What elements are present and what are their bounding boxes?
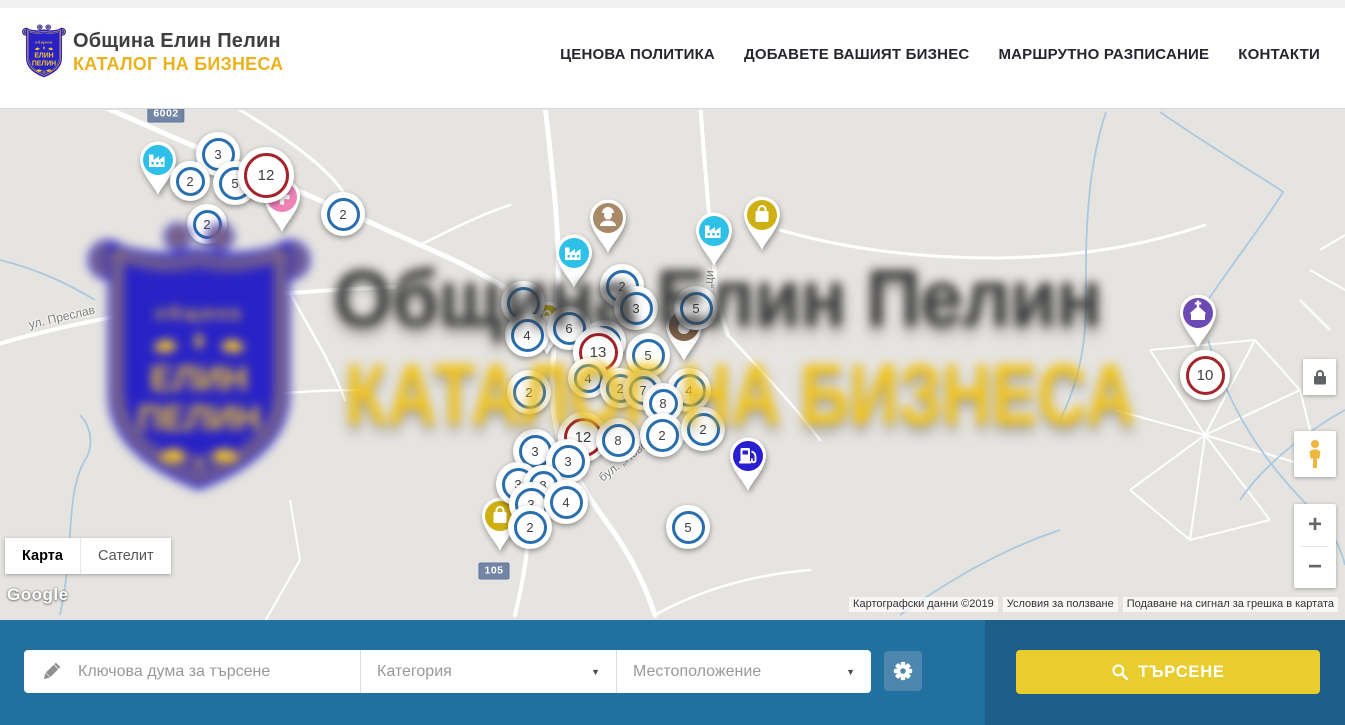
category-pin-factory[interactable]: [691, 210, 737, 273]
fuel-pump-icon: [725, 435, 771, 493]
map-attribution: Картографски данни ©2019 Условия за полз…: [849, 597, 1338, 612]
category-pin-fuel[interactable]: [725, 435, 771, 498]
category-pin-factory[interactable]: [551, 232, 597, 295]
zoom-in-button[interactable]: +: [1294, 504, 1336, 546]
cluster-count: 2: [687, 413, 720, 446]
brand-title: Община Елин Пелин: [73, 31, 283, 51]
road-number-label: 105: [478, 563, 509, 580]
nav-add-your-business[interactable]: ДОБАВЕТЕ ВАШИЯТ БИЗНЕС: [744, 46, 969, 63]
cluster-count: 8: [602, 424, 635, 457]
cluster-marker[interactable]: 2: [507, 370, 551, 414]
category-select-value: Категория: [377, 663, 452, 681]
zoom-out-button[interactable]: −: [1294, 547, 1336, 589]
nav-contacts[interactable]: КОНТАКТИ: [1238, 46, 1320, 63]
pencil-icon: [40, 661, 62, 683]
magnifier-icon: [1111, 663, 1129, 681]
cluster-marker[interactable]: 12: [238, 147, 294, 203]
zoom-control: + −: [1294, 504, 1336, 588]
keyword-field[interactable]: [24, 650, 360, 693]
cluster-marker[interactable]: 2: [187, 204, 227, 244]
search-bar: Категория ▼ Местоположение ▼: [24, 650, 871, 693]
cluster-count: 3: [620, 292, 653, 325]
cluster-count: 4: [574, 364, 603, 393]
report-error-link[interactable]: Подаване на сигнал за грешка в картата: [1123, 597, 1338, 612]
main-navigation: ЦЕНОВА ПОЛИТИКА ДОБАВЕТЕ ВАШИЯТ БИЗНЕС М…: [560, 0, 1320, 109]
map-copyright: Картографски данни ©2019: [849, 597, 998, 612]
factory-icon: [691, 210, 737, 268]
cluster-marker[interactable]: 2: [681, 407, 725, 451]
terms-link[interactable]: Условия за ползване: [1003, 597, 1118, 612]
pegman-icon: [1306, 439, 1324, 469]
caret-down-icon: ▼: [591, 667, 600, 677]
nav-pricing-policy[interactable]: ЦЕНОВА ПОЛИТИКА: [560, 46, 715, 63]
google-logo[interactable]: Google: [7, 585, 69, 605]
location-select[interactable]: Местоположение ▼: [617, 650, 871, 693]
location-select-value: Местоположение: [633, 663, 761, 681]
cluster-count: 2: [327, 198, 360, 231]
cluster-marker[interactable]: 5: [674, 286, 718, 330]
cluster-marker[interactable]: 10: [1180, 350, 1230, 400]
municipality-crest-logo[interactable]: [21, 20, 67, 82]
search-button-label: ТЪРСЕНЕ: [1138, 663, 1224, 682]
cluster-marker[interactable]: 4: [505, 313, 549, 357]
category-pin-bag[interactable]: [739, 194, 785, 257]
cluster-marker[interactable]: 5: [666, 505, 710, 549]
street-view-button[interactable]: [1294, 431, 1336, 477]
cluster-marker[interactable]: 8: [596, 418, 640, 462]
cluster-marker[interactable]: 2: [170, 161, 210, 201]
cluster-marker[interactable]: 2: [508, 505, 552, 549]
search-panel: Категория ▼ Местоположение ▼: [0, 620, 1345, 725]
map-type-map-button[interactable]: Карта: [5, 538, 80, 574]
cluster-marker[interactable]: 2: [640, 413, 684, 457]
cluster-count: 2: [176, 167, 205, 196]
cluster-marker[interactable]: 4: [544, 480, 588, 524]
caret-down-icon: ▼: [846, 667, 855, 677]
lock-button[interactable]: [1303, 359, 1336, 395]
cluster-count: 5: [672, 511, 705, 544]
cluster-count: 2: [514, 511, 547, 544]
cluster-count: 4: [511, 319, 544, 352]
map-type-control: Карта Сателит: [5, 538, 171, 574]
cluster-count: 2: [646, 419, 679, 452]
search-button[interactable]: ТЪРСЕНЕ: [1016, 650, 1320, 694]
category-select[interactable]: Категория ▼: [361, 650, 616, 693]
cluster-count: 10: [1186, 356, 1225, 395]
keyword-input[interactable]: [76, 662, 326, 682]
factory-icon: [551, 232, 597, 290]
church-icon: [1175, 292, 1221, 350]
cluster-marker[interactable]: 3: [614, 286, 658, 330]
brand-block[interactable]: Община Елин Пелин КАТАЛОГ НА БИЗНЕСА: [73, 31, 283, 73]
advanced-settings-button[interactable]: [884, 651, 922, 691]
map-type-satellite-button[interactable]: Сателит: [80, 538, 171, 574]
cluster-count: 5: [680, 292, 713, 325]
business-catalog-page: община ЕЛИН ПЕЛИН: [0, 0, 1345, 725]
cluster-count: 2: [193, 210, 222, 239]
cluster-count: 2: [513, 376, 546, 409]
nav-route-schedule[interactable]: МАРШРУТНО РАЗПИСАНИЕ: [998, 46, 1209, 63]
cluster-count: 12: [244, 153, 289, 198]
cluster-count: 4: [550, 486, 583, 519]
gear-icon: [892, 660, 914, 682]
cluster-count: 5: [632, 339, 665, 372]
lock-icon: [1311, 368, 1329, 386]
cluster-marker[interactable]: 2: [321, 192, 365, 236]
brand-subtitle: КАТАЛОГ НА БИЗНЕСА: [73, 55, 283, 73]
page-header: Община Елин Пелин КАТАЛОГ НА БИЗНЕСА ЦЕН…: [0, 0, 1345, 109]
category-pin-church[interactable]: [1175, 292, 1221, 355]
shopping-bag-icon: [739, 194, 785, 252]
